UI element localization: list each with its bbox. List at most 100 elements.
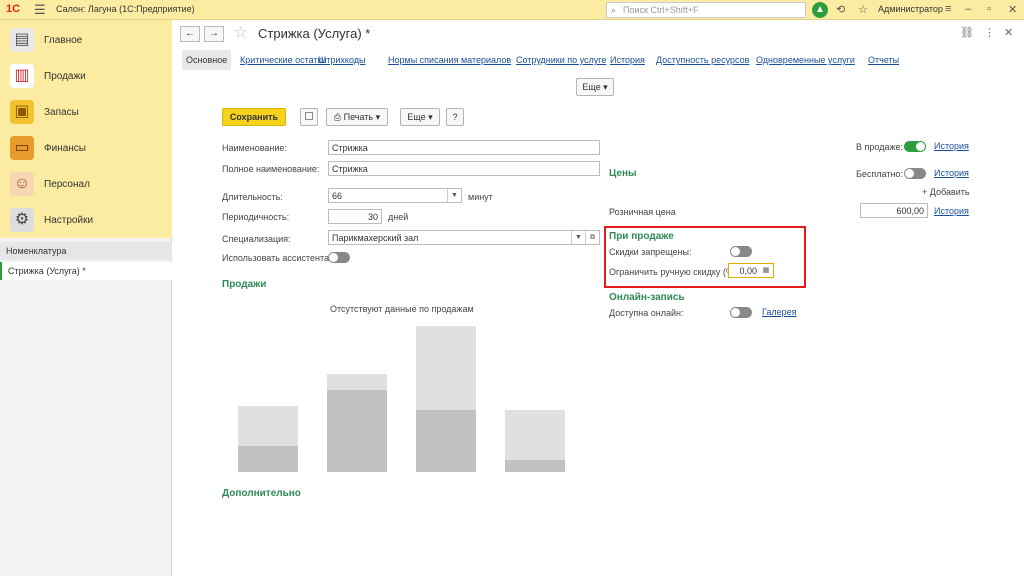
favorites-icon[interactable]: ☆ (858, 3, 868, 16)
placeholder-bar-bottom (416, 410, 476, 472)
main-area: ← → ☆ Стрижка (Услуга) * ⛓ ⋮ ✕ Основное … (172, 20, 1024, 576)
wallet-icon: ▭ (10, 136, 34, 160)
people-icon: ☺ (10, 172, 34, 196)
additional-section-title: Дополнительно (222, 488, 301, 499)
free-history-link[interactable]: История (934, 168, 969, 178)
sidebar-item-stock[interactable]: ▣ Запасы (0, 94, 172, 130)
print-label: Печать (343, 112, 374, 122)
prices-section-title: Цены (609, 168, 637, 179)
notifications-icon[interactable]: ▲ (812, 2, 828, 18)
search-placeholder: Поиск Ctrl+Shift+F (623, 5, 699, 15)
name-field[interactable]: Стрижка (328, 140, 600, 155)
clipboard-icon: ▤ (10, 28, 34, 52)
open-window-item[interactable]: Стрижка (Услуга) * (0, 262, 172, 280)
help-button[interactable]: ? (446, 108, 464, 126)
top-bar: 1С ☰ Салон: Лагуна (1С:Предприятие) ⌕ По… (0, 0, 1024, 20)
assistant-label: Использовать ассистента: (222, 253, 332, 263)
placeholder-bar-bottom (505, 460, 565, 472)
save-button[interactable]: Сохранить (222, 108, 286, 126)
close-window-icon[interactable]: ✕ (1008, 3, 1017, 16)
tab-barcodes[interactable]: Штрихкоды (314, 50, 369, 70)
more-tabs-label: Еще (582, 82, 601, 92)
chevron-down-icon[interactable]: ▼ (571, 231, 585, 244)
write-button[interactable] (300, 108, 318, 126)
calculator-icon[interactable]: ▦ (759, 264, 773, 277)
sidebar-item-main[interactable]: ▤ Главное (0, 22, 172, 58)
app-title: Салон: Лагуна (1С:Предприятие) (56, 4, 195, 14)
printer-icon: ⎙ (333, 112, 342, 122)
placeholder-bar-bottom (238, 446, 298, 472)
minimize-icon[interactable]: – (965, 3, 971, 15)
duration-unit: минут (468, 192, 493, 202)
fullname-label: Полное наименование: (222, 164, 320, 174)
tab-material-norms[interactable]: Нормы списания материалов (384, 50, 515, 70)
sales-placeholder-chart (238, 326, 565, 472)
period-unit: дней (388, 212, 409, 222)
history-icon[interactable]: ⟲ (836, 3, 845, 16)
specialization-field[interactable]: Парикмахерский зал ▼ ⧉ (328, 230, 600, 245)
user-name[interactable]: Администратор (878, 4, 943, 14)
more-actions-icon[interactable]: ⋮ (984, 26, 995, 39)
sidebar-item-sales[interactable]: ▥ Продажи (0, 58, 172, 94)
duration-field[interactable]: 66 ▼ (328, 188, 462, 203)
assistant-toggle[interactable] (328, 252, 350, 263)
retail-price-field[interactable]: 600,00 (860, 203, 928, 218)
name-label: Наименование: (222, 143, 287, 153)
limit-discount-field[interactable]: 0,00 ▦ (728, 263, 774, 278)
sidebar-item-label: Персонал (44, 179, 90, 190)
duration-value: 66 (332, 191, 343, 201)
gallery-link[interactable]: Галерея (762, 307, 797, 317)
more-button[interactable]: Еще ▾ (400, 108, 440, 126)
app-logo: 1С (6, 3, 21, 15)
add-price-link[interactable]: + Добавить (922, 187, 970, 197)
boxes-icon: ▣ (10, 100, 34, 124)
chevron-down-icon[interactable]: ▼ (447, 189, 461, 202)
forward-button[interactable]: → (204, 26, 224, 42)
online-section-title: Онлайн-запись (609, 292, 685, 303)
chart-icon: ▥ (10, 64, 34, 88)
menu-icon[interactable]: ☰ (34, 2, 46, 18)
link-icon[interactable]: ⛓ (960, 26, 974, 39)
sidebar-item-label: Настройки (44, 215, 94, 226)
settings-menu-icon[interactable]: ≡ (945, 3, 951, 15)
on-sale-section-title: При продаже (609, 231, 674, 242)
favorite-star-icon[interactable]: ☆ (234, 23, 247, 41)
free-toggle[interactable] (904, 168, 926, 179)
open-windows-header[interactable]: Номенклатура (0, 242, 172, 260)
tab-history[interactable]: История (606, 50, 649, 70)
close-document-icon[interactable]: ✕ (1004, 26, 1013, 39)
sidebar-item-finance[interactable]: ▭ Финансы (0, 130, 172, 166)
duration-label: Длительность: (222, 192, 283, 202)
more-tabs-button[interactable]: Еще ▾ (576, 78, 614, 96)
print-button[interactable]: ⎙ Печать ▾ (326, 108, 388, 126)
limit-discount-label: Ограничить ручную скидку (%): (609, 267, 740, 277)
tab-main[interactable]: Основное (182, 50, 232, 70)
open-icon[interactable]: ⧉ (585, 231, 599, 244)
placeholder-bar-top (416, 326, 476, 410)
on-sale-history-link[interactable]: История (934, 141, 969, 151)
retail-price-label: Розничная цена (609, 207, 676, 217)
period-field[interactable]: 30 (328, 209, 382, 224)
online-available-toggle[interactable] (730, 307, 752, 318)
on-sale-toggle[interactable] (904, 141, 926, 152)
gear-icon: ⚙ (10, 208, 34, 232)
discounts-forbidden-toggle[interactable] (730, 246, 752, 257)
more-label: Еще (407, 112, 426, 122)
online-available-label: Доступна онлайн: (609, 308, 684, 318)
on-sale-label: В продаже: (856, 142, 903, 152)
specialization-label: Специализация: (222, 234, 291, 244)
placeholder-bar-bottom (327, 390, 387, 472)
search-input[interactable]: ⌕ Поиск Ctrl+Shift+F (606, 2, 806, 18)
sidebar-item-label: Запасы (44, 107, 79, 118)
restore-icon[interactable]: ▫ (987, 3, 991, 15)
tab-reports[interactable]: Отчеты (864, 50, 903, 70)
sidebar-item-settings[interactable]: ⚙ Настройки (0, 202, 172, 238)
back-button[interactable]: ← (180, 26, 200, 42)
fullname-field[interactable]: Стрижка (328, 161, 600, 176)
sidebar-item-staff[interactable]: ☺ Персонал (0, 166, 172, 202)
search-icon: ⌕ (611, 5, 617, 15)
tab-concurrent[interactable]: Одновременные услуги (752, 50, 859, 70)
tab-resources[interactable]: Доступность ресурсов (652, 50, 753, 70)
tab-employees[interactable]: Сотрудники по услуге (512, 50, 610, 70)
retail-price-history-link[interactable]: История (934, 206, 969, 216)
